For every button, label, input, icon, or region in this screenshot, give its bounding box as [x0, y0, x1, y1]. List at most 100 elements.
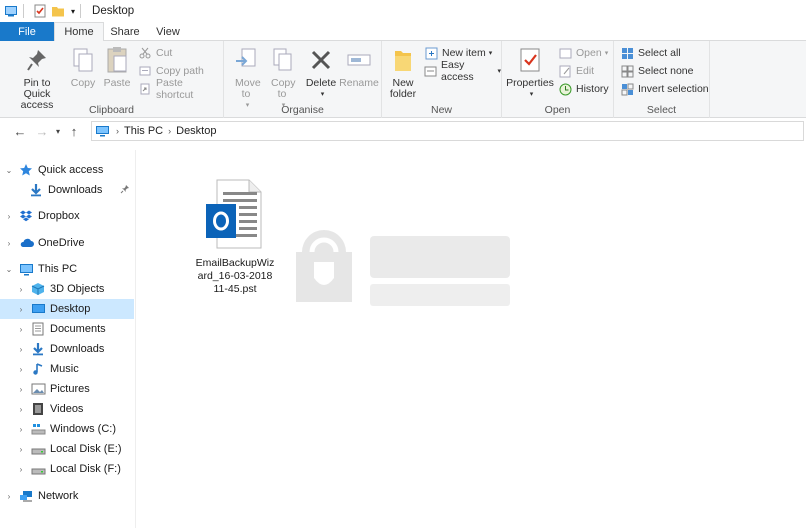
tab-home[interactable]: Home [54, 22, 104, 42]
delete-x-icon [311, 50, 331, 70]
group-open: Properties ▾ Open ▾ Edit History Open [502, 41, 614, 118]
recent-locations-chevron-icon[interactable]: ▾ [52, 121, 64, 141]
group-select: Select all Select none Invert selection … [614, 41, 710, 118]
back-arrow-icon[interactable]: ← [10, 121, 30, 141]
copy-to-button[interactable]: Copy to ▾ [264, 45, 300, 111]
select-all-icon [621, 47, 633, 59]
nav-item-onedrive[interactable]: › OneDrive [0, 233, 134, 253]
navigation-bar: ← → ▾ ↑ › This PC › Desktop [0, 118, 806, 144]
expand-chevron-icon[interactable]: › [4, 212, 14, 221]
pin-icon [27, 50, 46, 71]
drive-icon [31, 468, 45, 475]
collapse-chevron-icon[interactable]: ⌄ [4, 166, 14, 175]
nav-item-this-pc[interactable]: ⌄ This PC [0, 259, 134, 279]
select-none-icon [621, 65, 633, 77]
nav-item-3d-objects[interactable]: › 3D Objects [0, 279, 134, 299]
tab-file[interactable]: File [0, 22, 54, 41]
easy-access-button[interactable]: Easy access ▾ [424, 59, 501, 83]
scissors-icon [139, 47, 151, 59]
paste-shortcut-icon [140, 83, 150, 95]
nav-item-desktop[interactable]: › Desktop [0, 299, 134, 319]
expand-chevron-icon[interactable]: › [16, 305, 26, 314]
paste-shortcut-button[interactable]: Paste shortcut [138, 77, 223, 101]
nav-item-dropbox[interactable]: › Dropbox [0, 206, 134, 226]
rename-button[interactable]: Rename [339, 45, 379, 89]
explorer-app-icon [5, 6, 17, 17]
history-icon [559, 83, 571, 95]
paste-button[interactable]: Paste [101, 45, 133, 89]
title-bar: ▾ Desktop [0, 0, 806, 22]
rename-icon [347, 54, 371, 66]
expand-chevron-icon[interactable]: › [16, 345, 26, 354]
nav-item-quick-access[interactable]: ⌄ Quick access [0, 160, 134, 180]
nav-item-pictures[interactable]: › Pictures [0, 379, 134, 399]
properties-button[interactable]: Properties ▾ [506, 45, 554, 100]
cut-button[interactable]: Cut [138, 45, 172, 61]
group-label-select: Select [646, 104, 677, 116]
desktop-icon [31, 304, 45, 313]
expand-chevron-icon[interactable]: › [16, 325, 26, 334]
file-item[interactable]: EmailBackupWizard_16-03-2018 11-45.pst [195, 178, 275, 296]
properties-icon [520, 48, 540, 72]
collapse-chevron-icon[interactable]: ⌄ [4, 265, 14, 274]
select-all-button[interactable]: Select all [620, 45, 681, 61]
download-icon [33, 343, 43, 356]
edit-button[interactable]: Edit [558, 63, 594, 79]
nav-item-music[interactable]: › Music [0, 359, 134, 379]
nav-item-documents[interactable]: › Documents [0, 319, 134, 339]
new-folder-quick-icon[interactable] [51, 4, 65, 18]
select-none-button[interactable]: Select none [620, 63, 693, 79]
nav-item-local-disk-e[interactable]: › Local Disk (E:) [0, 439, 134, 459]
address-bar[interactable]: › This PC › Desktop [91, 121, 804, 141]
delete-button[interactable]: Delete ▾ [304, 45, 338, 100]
tab-view[interactable]: View [146, 22, 190, 41]
nav-item-downloads[interactable]: › Downloads [0, 339, 134, 359]
expand-chevron-icon[interactable]: › [16, 385, 26, 394]
new-folder-button[interactable]: New folder [386, 45, 420, 100]
properties-quick-icon[interactable] [33, 4, 47, 18]
easy-access-icon [424, 66, 437, 76]
new-item-icon [425, 47, 437, 59]
forward-arrow-icon[interactable]: → [32, 121, 52, 141]
group-label-clipboard: Clipboard [89, 104, 134, 116]
group-new: New folder New item ▾ Easy access ▾ New [382, 41, 502, 118]
this-pc-monitor-icon [96, 126, 109, 137]
expand-chevron-icon[interactable]: › [16, 405, 26, 414]
drive-icon [31, 424, 45, 435]
file-name: EmailBackupWizard_16-03-2018 11-45.pst [195, 257, 275, 295]
expand-chevron-icon[interactable]: › [16, 465, 26, 474]
open-button[interactable]: Open ▾ [558, 45, 608, 61]
expand-chevron-icon[interactable]: › [16, 445, 26, 454]
nav-item-windows-c[interactable]: › Windows (C:) [0, 419, 134, 439]
nav-item-videos[interactable]: › Videos [0, 399, 134, 419]
navigation-pane: ⌄ Quick access Downloads › Dropbox › One… [0, 150, 136, 528]
breadcrumb-desktop[interactable]: Desktop [176, 125, 216, 137]
group-clipboard: Pin to Quick access Copy Paste Cut Copy … [0, 41, 224, 118]
invert-selection-button[interactable]: Invert selection [620, 81, 709, 97]
pin-quick-access-button[interactable]: Pin to Quick access [6, 45, 68, 111]
customize-quick-access-icon[interactable]: ▾ [71, 7, 75, 16]
outlook-pst-icon [206, 179, 262, 249]
copy-button[interactable]: Copy [68, 45, 98, 89]
open-icon [559, 48, 571, 58]
expand-chevron-icon[interactable]: › [16, 365, 26, 374]
nav-item-downloads-pinned[interactable]: Downloads [0, 180, 134, 200]
breadcrumb-this-pc[interactable]: This PC [124, 125, 163, 137]
expand-chevron-icon[interactable]: › [16, 285, 26, 294]
new-folder-icon [395, 51, 411, 71]
nav-item-network[interactable]: › Network [0, 486, 134, 506]
expand-chevron-icon[interactable]: › [4, 492, 14, 501]
expand-chevron-icon[interactable]: › [4, 239, 14, 248]
history-button[interactable]: History [558, 81, 609, 97]
expand-chevron-icon[interactable]: › [16, 425, 26, 434]
breadcrumb-separator-icon[interactable]: › [168, 126, 171, 136]
pin-icon [120, 185, 129, 194]
cloud-icon [20, 238, 34, 247]
tab-share[interactable]: Share [104, 22, 146, 41]
nav-item-local-disk-f[interactable]: › Local Disk (F:) [0, 459, 134, 479]
copy-path-icon [139, 66, 151, 76]
up-arrow-icon[interactable]: ↑ [64, 121, 84, 141]
breadcrumb-separator-icon[interactable]: › [116, 126, 119, 136]
copy-to-icon [273, 48, 292, 71]
move-to-button[interactable]: Move to ▾ [228, 45, 264, 111]
